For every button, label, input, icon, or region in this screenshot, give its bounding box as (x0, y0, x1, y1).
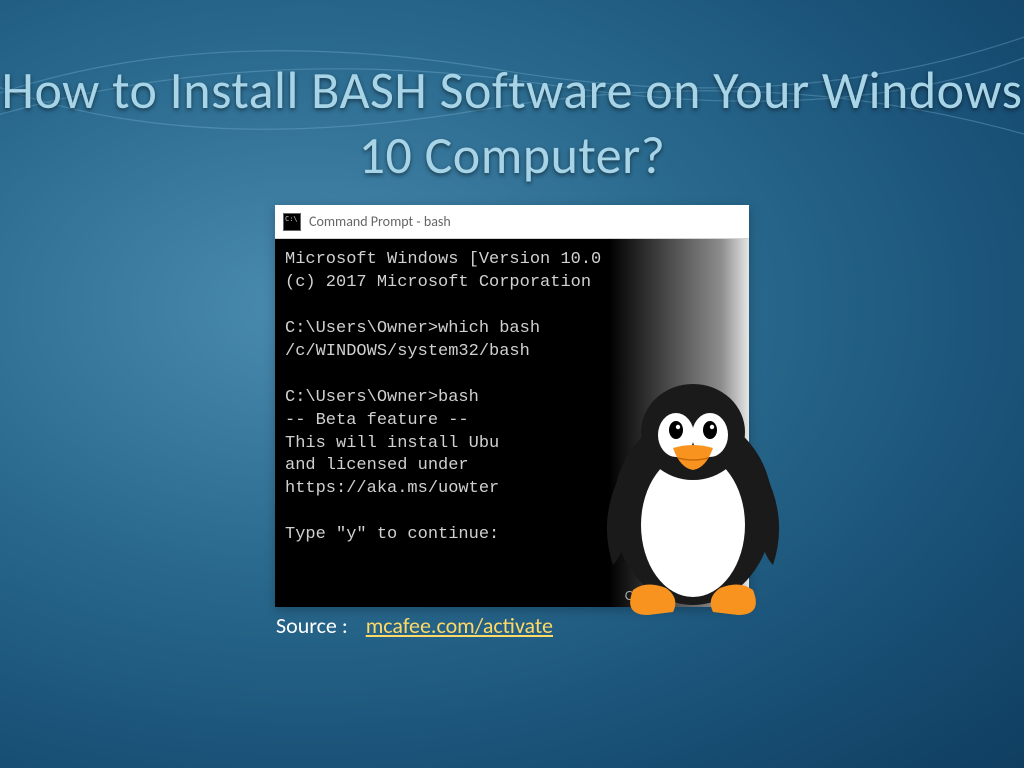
source-label: Source : (276, 612, 348, 639)
source-line: Source : mcafee.com/activate (276, 612, 553, 639)
window-title: Command Prompt - bash (309, 213, 451, 230)
source-link[interactable]: mcafee.com/activate (366, 612, 553, 639)
window-titlebar: Command Prompt - bash (275, 205, 749, 239)
slide-title: How to Install BASH Software on Your Win… (0, 58, 1024, 188)
tux-penguin-icon (588, 380, 798, 620)
cmd-icon (283, 213, 301, 231)
